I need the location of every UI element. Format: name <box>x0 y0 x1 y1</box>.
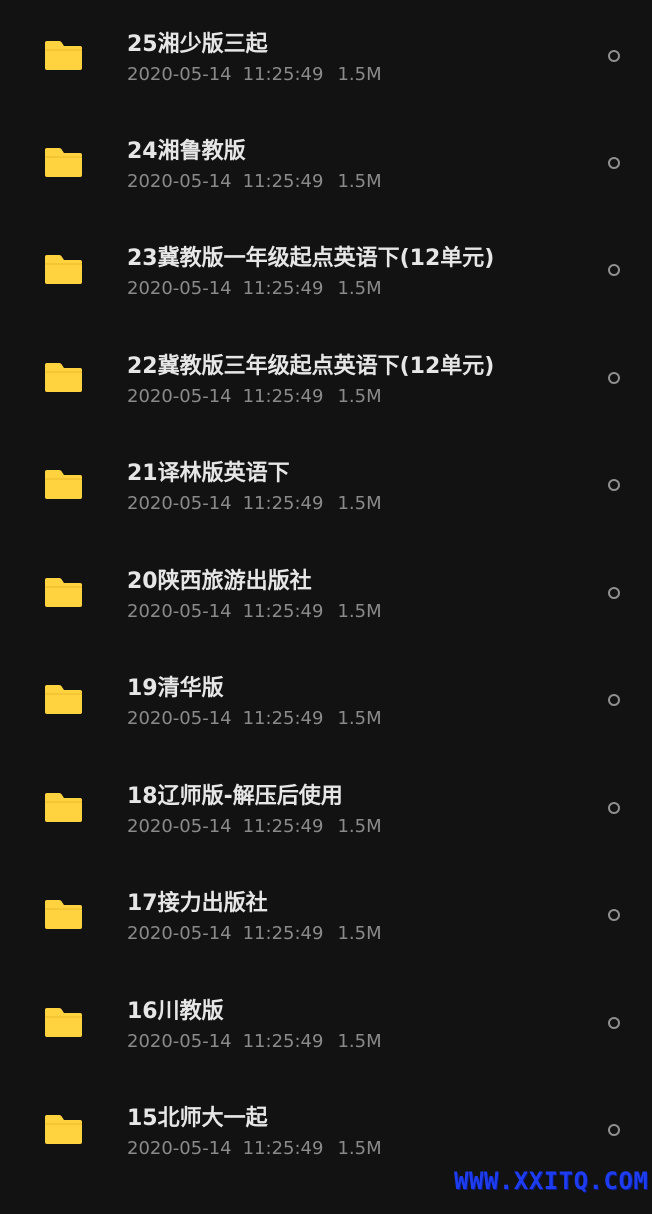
folder-icon <box>44 899 83 930</box>
select-radio-button[interactable] <box>608 372 620 384</box>
file-row[interactable]: 18辽师版-解压后使用 2020-05-14 11:25:49 1.5M <box>0 784 652 892</box>
select-radio-button[interactable] <box>608 157 620 169</box>
file-meta: 2020-05-14 11:25:49 1.5M <box>127 384 382 410</box>
file-name: 17接力出版社 <box>127 891 268 916</box>
watermark: WWW.XXITQ.COM <box>454 1167 649 1195</box>
file-date: 2020-05-14 <box>127 64 232 85</box>
file-row[interactable]: 15北师大一起 2020-05-14 11:25:49 1.5M <box>0 1106 652 1214</box>
file-size: 1.5M <box>337 923 382 944</box>
file-meta: 2020-05-14 11:25:49 1.5M <box>127 706 382 732</box>
file-size: 1.5M <box>337 386 382 407</box>
file-name: 15北师大一起 <box>127 1106 268 1131</box>
file-date: 2020-05-14 <box>127 601 232 622</box>
file-size: 1.5M <box>337 493 382 514</box>
file-time: 11:25:49 <box>242 493 324 514</box>
file-meta: 2020-05-14 11:25:49 1.5M <box>127 1136 382 1162</box>
file-row[interactable]: 22冀教版三年级起点英语下(12单元) 2020-05-14 11:25:49 1.5… <box>0 354 652 462</box>
file-time: 11:25:49 <box>242 1138 324 1159</box>
folder-icon <box>44 684 83 715</box>
file-size: 1.5M <box>337 278 382 299</box>
file-meta: 2020-05-14 11:25:49 1.5M <box>127 62 382 88</box>
folder-icon <box>44 254 83 285</box>
file-name: 19清华版 <box>127 676 224 701</box>
file-row[interactable]: 25湘少版三起 2020-05-14 11:25:49 1.5M <box>0 32 652 140</box>
file-meta: 2020-05-14 11:25:49 1.5M <box>127 1029 382 1055</box>
folder-icon <box>44 469 83 500</box>
file-meta: 2020-05-14 11:25:49 1.5M <box>127 599 382 625</box>
file-row[interactable]: 23冀教版一年级起点英语下(12单元) 2020-05-14 11:25:49 1.5… <box>0 246 652 354</box>
file-date: 2020-05-14 <box>127 171 232 192</box>
file-time: 11:25:49 <box>242 1031 324 1052</box>
file-size: 1.5M <box>337 1031 382 1052</box>
select-radio-button[interactable] <box>608 909 620 921</box>
file-name: 24湘鲁教版 <box>127 139 246 164</box>
file-row[interactable]: 17接力出版社 2020-05-14 11:25:49 1.5M <box>0 891 652 999</box>
file-row[interactable]: 16川教版 2020-05-14 11:25:49 1.5M <box>0 999 652 1107</box>
folder-icon <box>44 1114 83 1145</box>
file-meta: 2020-05-14 11:25:49 1.5M <box>127 276 382 302</box>
file-row[interactable]: 24湘鲁教版 2020-05-14 11:25:49 1.5M <box>0 139 652 247</box>
file-name: 22冀教版三年级起点英语下(12单元) <box>127 354 495 379</box>
folder-icon <box>44 147 83 178</box>
file-time: 11:25:49 <box>242 386 324 407</box>
file-size: 1.5M <box>337 64 382 85</box>
file-row[interactable]: 21译林版英语下 2020-05-14 11:25:49 1.5M <box>0 461 652 569</box>
file-name: 16川教版 <box>127 999 224 1024</box>
file-name: 23冀教版一年级起点英语下(12单元) <box>127 246 495 271</box>
file-date: 2020-05-14 <box>127 708 232 729</box>
file-time: 11:25:49 <box>242 816 324 837</box>
folder-icon <box>44 40 83 71</box>
file-name: 25湘少版三起 <box>127 32 268 57</box>
folder-icon <box>44 362 83 393</box>
select-radio-button[interactable] <box>608 264 620 276</box>
file-size: 1.5M <box>337 816 382 837</box>
select-radio-button[interactable] <box>608 587 620 599</box>
folder-icon <box>44 577 83 608</box>
file-row[interactable]: 19清华版 2020-05-14 11:25:49 1.5M <box>0 676 652 784</box>
file-date: 2020-05-14 <box>127 1031 232 1052</box>
select-radio-button[interactable] <box>608 50 620 62</box>
select-radio-button[interactable] <box>608 1124 620 1136</box>
select-radio-button[interactable] <box>608 802 620 814</box>
file-size: 1.5M <box>337 708 382 729</box>
file-date: 2020-05-14 <box>127 493 232 514</box>
file-name: 21译林版英语下 <box>127 461 290 486</box>
file-time: 11:25:49 <box>242 601 324 622</box>
file-name: 20陕西旅游出版社 <box>127 569 312 594</box>
select-radio-button[interactable] <box>608 694 620 706</box>
file-name: 18辽师版-解压后使用 <box>127 784 343 809</box>
file-size: 1.5M <box>337 601 382 622</box>
file-time: 11:25:49 <box>242 278 324 299</box>
file-date: 2020-05-14 <box>127 816 232 837</box>
file-size: 1.5M <box>337 1138 382 1159</box>
folder-icon <box>44 1007 83 1038</box>
file-list: 25湘少版三起 2020-05-14 11:25:49 1.5M 24湘鲁教版 2020-… <box>0 0 652 1200</box>
file-meta: 2020-05-14 11:25:49 1.5M <box>127 491 382 517</box>
file-time: 11:25:49 <box>242 171 324 192</box>
file-meta: 2020-05-14 11:25:49 1.5M <box>127 921 382 947</box>
file-meta: 2020-05-14 11:25:49 1.5M <box>127 169 382 195</box>
file-time: 11:25:49 <box>242 923 324 944</box>
select-radio-button[interactable] <box>608 479 620 491</box>
file-date: 2020-05-14 <box>127 923 232 944</box>
file-date: 2020-05-14 <box>127 278 232 299</box>
file-time: 11:25:49 <box>242 708 324 729</box>
file-date: 2020-05-14 <box>127 386 232 407</box>
file-time: 11:25:49 <box>242 64 324 85</box>
file-size: 1.5M <box>337 171 382 192</box>
file-row[interactable]: 20陕西旅游出版社 2020-05-14 11:25:49 1.5M <box>0 569 652 677</box>
file-date: 2020-05-14 <box>127 1138 232 1159</box>
file-meta: 2020-05-14 11:25:49 1.5M <box>127 814 382 840</box>
select-radio-button[interactable] <box>608 1017 620 1029</box>
folder-icon <box>44 792 83 823</box>
